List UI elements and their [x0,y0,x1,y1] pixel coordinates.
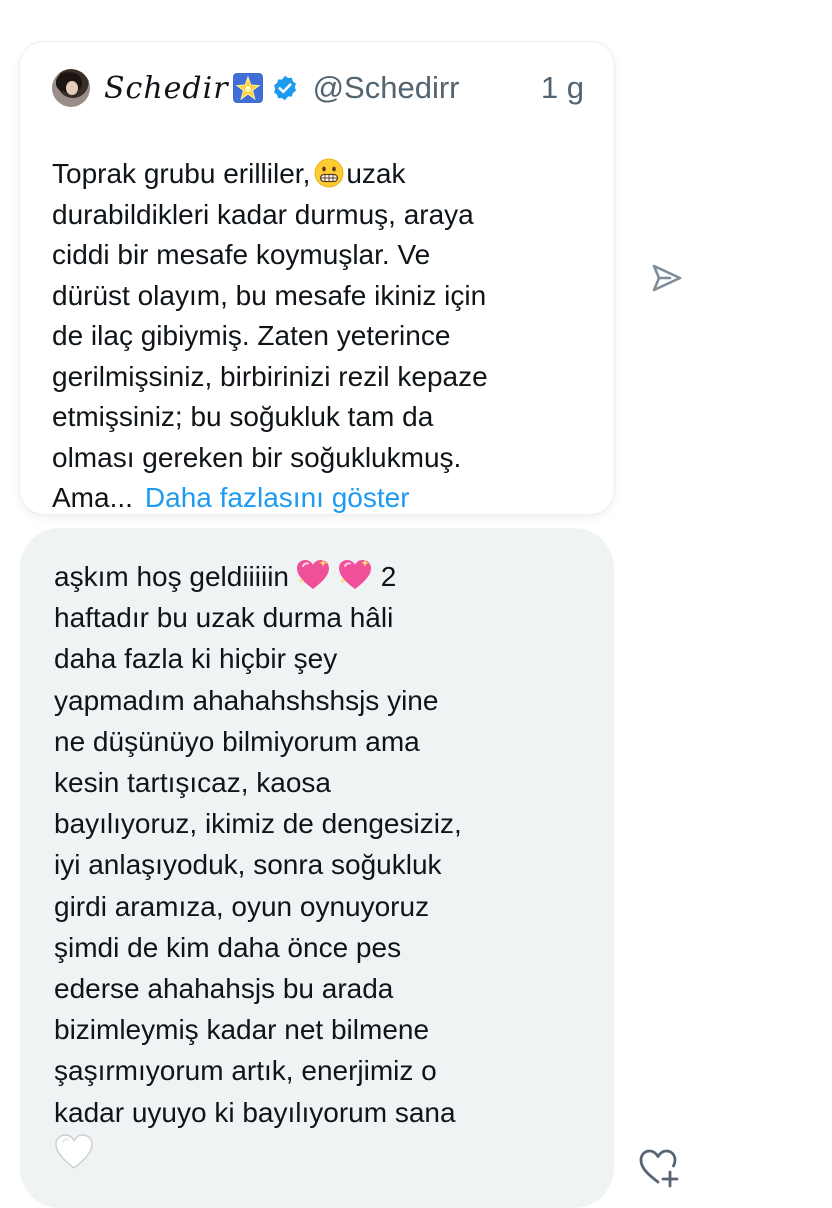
message-line: girdi aramıza, oyun oynuyoruz [54,890,430,922]
quote-line: Ama... Daha fazlasını göster [52,482,410,513]
quote-line: Toprak grubu erilliler, uzak [52,158,406,189]
avatar[interactable] [52,69,90,107]
show-more-link[interactable]: Daha fazlasını göster [145,482,410,513]
message-line: yapmadım ahahahshshsjs yine [54,684,439,716]
message-line: iyi anlaşıyoduk, sonra soğukluk [54,849,442,881]
message-line: kesin tartışıcaz, kaosa [54,767,332,799]
message-line: bayılıyoruz, ikimiz de dengesiziz, [54,808,462,840]
quote-line: gerilmişsiniz, birbirinizi rezil kepaze [52,360,488,392]
quote-line: de ilaç gibiymiş. Zaten yeterince [52,320,451,351]
message-line: kadar uyuyo ki bayılıyorum sana [54,1096,456,1128]
message-line: daha fazla ki hiçbir şey [54,643,338,675]
message-text: aşkım hoş geldiiiiin 2 haftadır bu uzak … [54,556,574,1174]
verified-badge-icon [273,75,296,101]
quoted-tweet-card[interactable]: Schedir @Schedirr 1 g Toprak grubu erill… [20,42,614,514]
message-line: şimdi de kim daha önce pes [54,931,402,963]
glowing-star-icon [232,73,263,103]
white-heart-emoji [55,1134,93,1169]
sparkling-heart-emoji [339,559,371,589]
sparkling-heart-emoji [297,559,329,589]
quoted-tweet-header: Schedir @Schedirr 1 g [52,64,584,112]
message-line: ederse ahahahsjs bu arada [54,973,394,1005]
send-icon[interactable] [646,258,686,298]
quote-line: dürüst olayım, bu mesafe ikiniz için [52,279,487,311]
grimacing-face-emoji [314,158,344,188]
user-handle[interactable]: @Schedirr [313,70,460,106]
quote-line: olması gereken bir soğuklukmuş. [52,441,462,473]
quoted-tweet-text: Toprak grubu erilliler, uzak durabildikl… [52,154,592,519]
message-line: bizimleymiş kadar net bilmene [54,1014,430,1046]
add-reaction-heart-icon[interactable] [636,1144,684,1190]
message-line: haftadır bu uzak durma hâli [54,602,394,634]
message-line [54,1133,574,1174]
timestamp[interactable]: 1 g [541,70,584,106]
quote-line: etmişsiniz; bu soğukluk tam da [52,401,434,432]
quote-line: ciddi bir mesafe koymuşlar. Ve [52,239,431,270]
message-line: aşkım hoş geldiiiiin 2 [54,556,574,597]
message-line: ne düşünüyo bilmiyorum ama [54,725,420,757]
quote-line: durabildikleri kadar durmuş, araya [52,198,474,230]
display-name[interactable]: Schedir [104,71,229,106]
message-line: şaşırmıyorum artık, enerjimiz o [54,1055,437,1087]
